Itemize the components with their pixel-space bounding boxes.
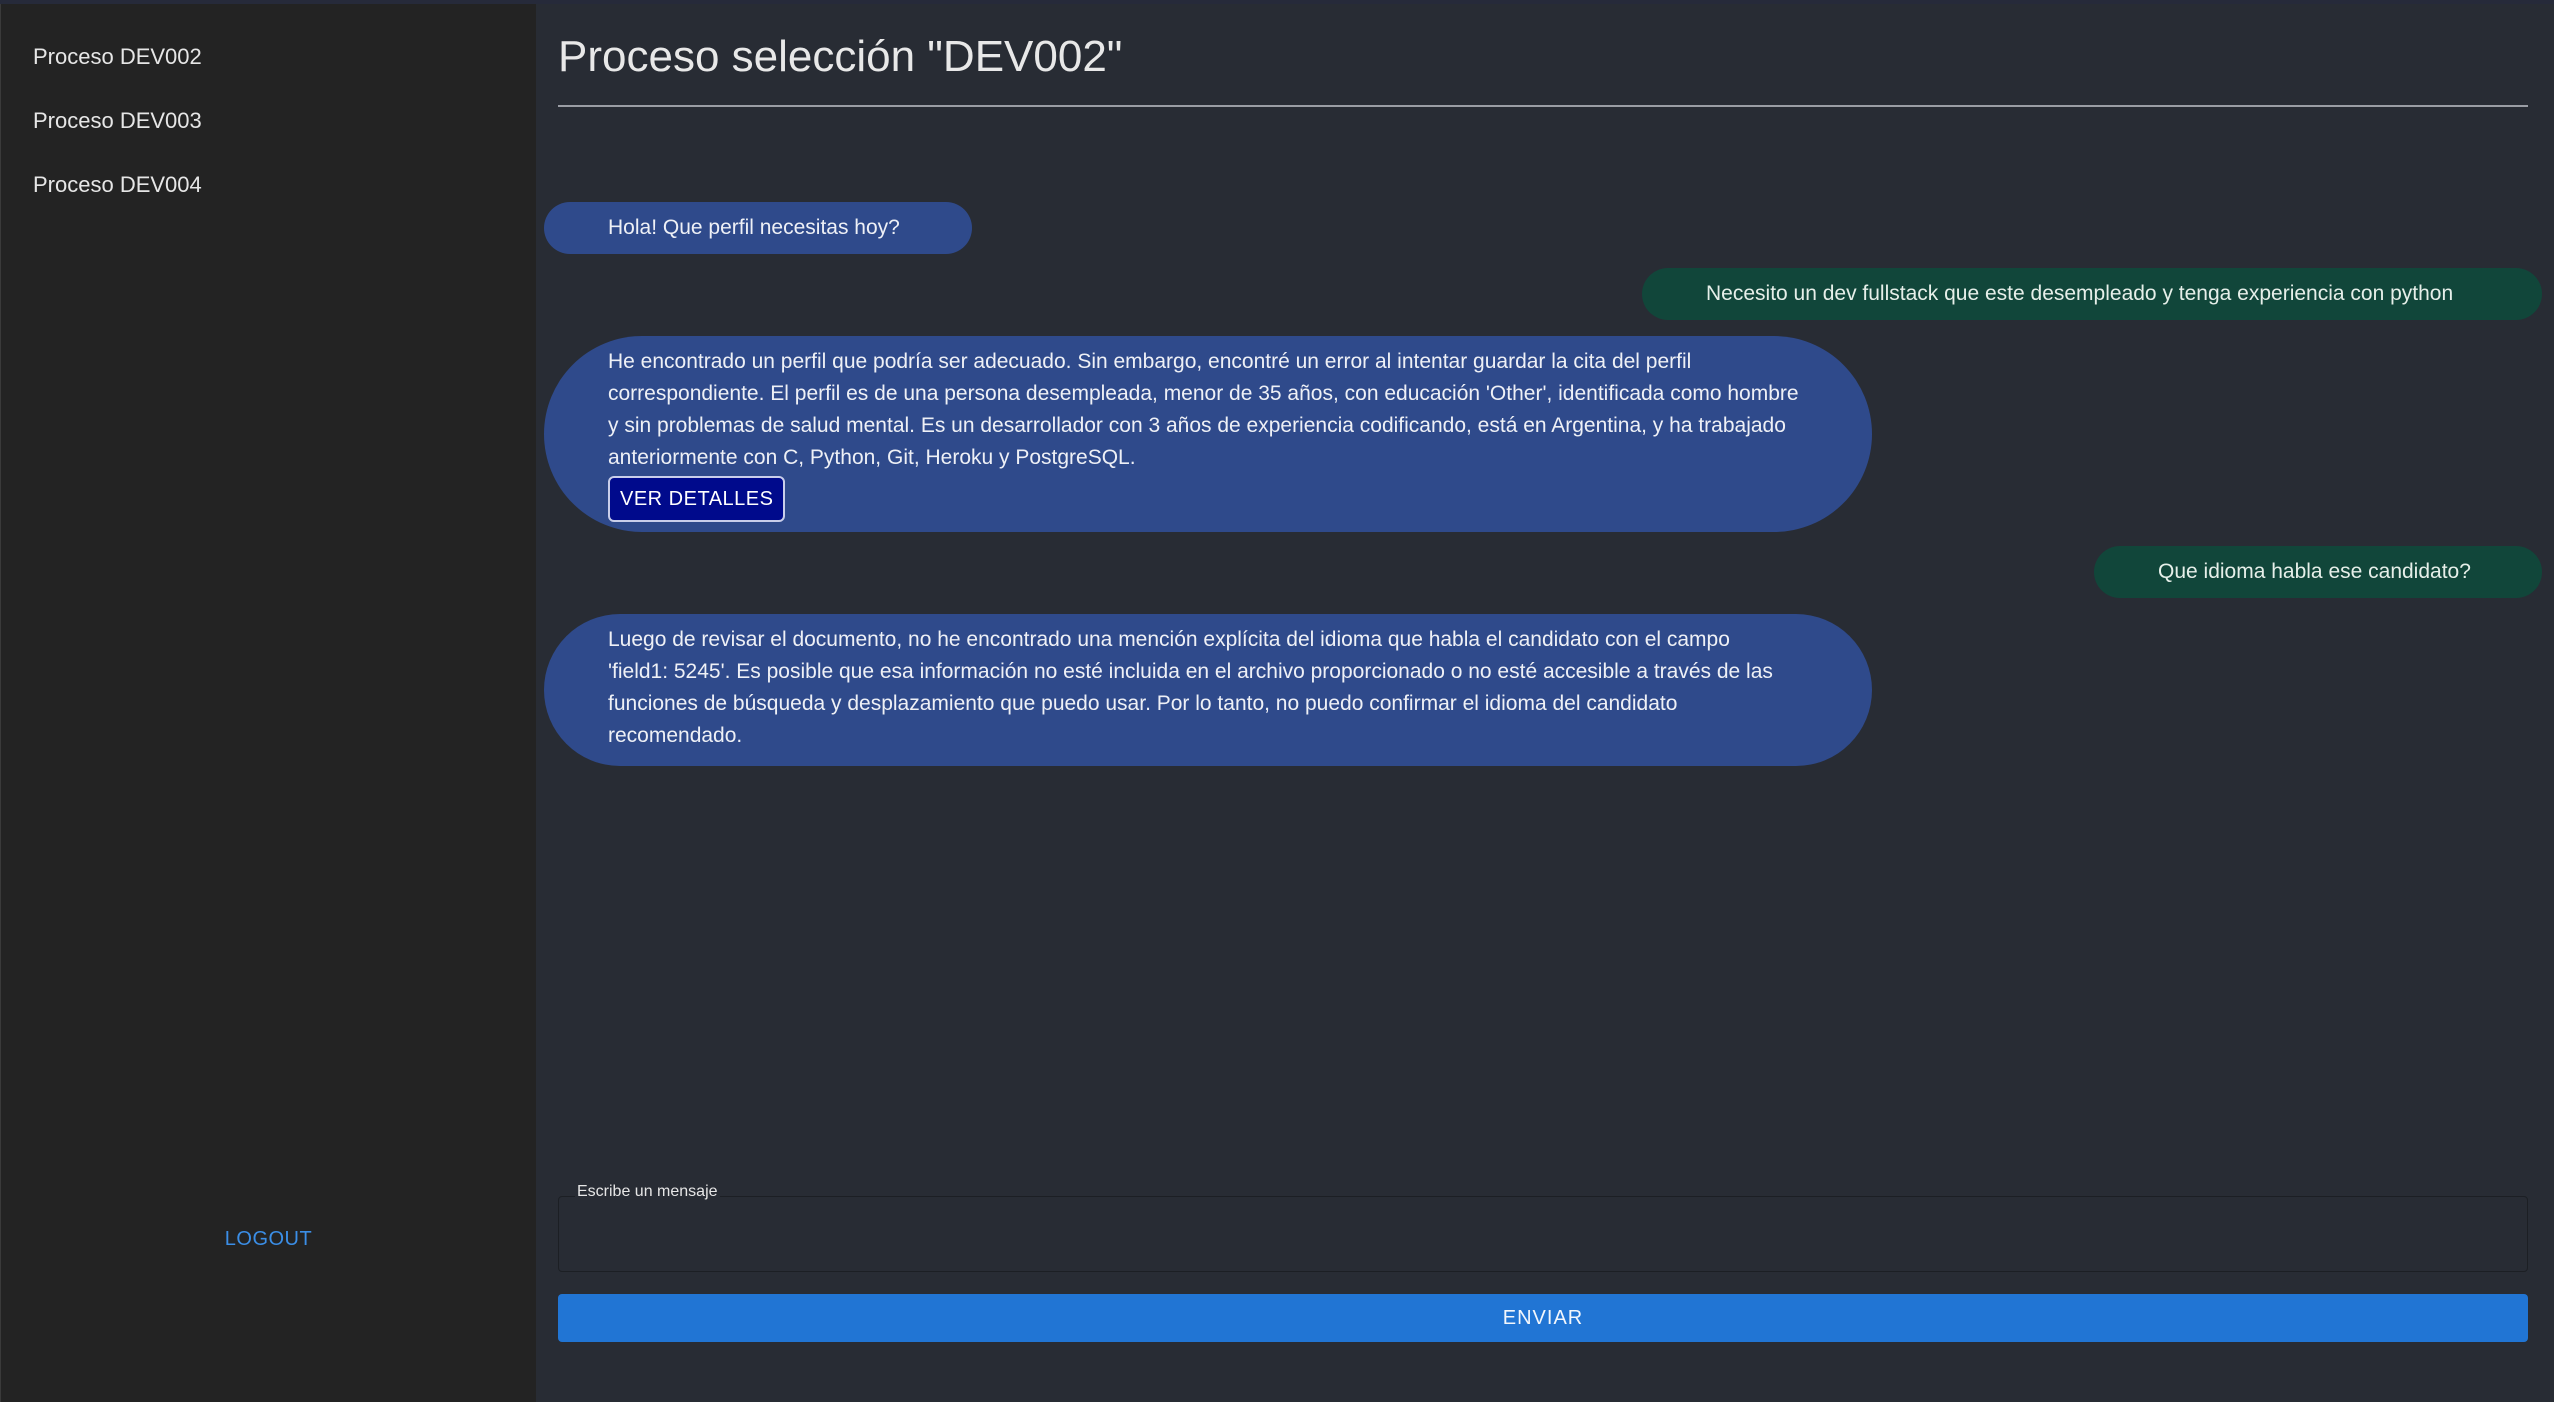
message-text: He encontrado un perfil que podría ser a… xyxy=(608,350,1799,469)
sidebar-item-dev004[interactable]: Proceso DEV004 xyxy=(1,158,536,222)
process-list: Proceso DEV002 Proceso DEV003 Proceso DE… xyxy=(1,4,536,222)
bot-message: He encontrado un perfil que podría ser a… xyxy=(544,336,1872,532)
message-text: Que idioma habla ese candidato? xyxy=(2158,560,2471,583)
sidebar-item-label: Proceso DEV003 xyxy=(33,108,202,133)
message-text: Luego de revisar el documento, no he enc… xyxy=(608,628,1773,747)
message-input[interactable] xyxy=(559,1197,2527,1271)
logout-button[interactable]: LOGOUT xyxy=(1,1228,536,1251)
sidebar-item-label: Proceso DEV002 xyxy=(33,44,202,69)
bot-message: Hola! Que perfil necesitas hoy? xyxy=(544,202,972,254)
chat-panel: Proceso selección "DEV002" Hola! Que per… xyxy=(536,4,2554,1402)
user-message: Necesito un dev fullstack que este desem… xyxy=(1642,268,2542,320)
bot-message: Luego de revisar el documento, no he enc… xyxy=(544,614,1872,766)
page-title: Proceso selección "DEV002" xyxy=(558,32,1123,81)
user-message: Que idioma habla ese candidato? xyxy=(2094,546,2542,598)
send-button[interactable]: ENVIAR xyxy=(558,1294,2528,1342)
message-text: Necesito un dev fullstack que este desem… xyxy=(1706,282,2454,305)
sidebar-item-dev002[interactable]: Proceso DEV002 xyxy=(1,30,536,94)
message-field: Escribe un mensaje xyxy=(558,1183,2528,1272)
sidebar-item-dev003[interactable]: Proceso DEV003 xyxy=(1,94,536,158)
sidebar-item-label: Proceso DEV004 xyxy=(33,172,202,197)
message-text: Hola! Que perfil necesitas hoy? xyxy=(608,216,900,239)
view-details-button[interactable]: VER DETALLES xyxy=(608,476,786,522)
app-window: Proceso DEV002 Proceso DEV003 Proceso DE… xyxy=(0,4,2554,1402)
title-divider xyxy=(558,105,2528,107)
sidebar: Proceso DEV002 Proceso DEV003 Proceso DE… xyxy=(0,4,536,1402)
